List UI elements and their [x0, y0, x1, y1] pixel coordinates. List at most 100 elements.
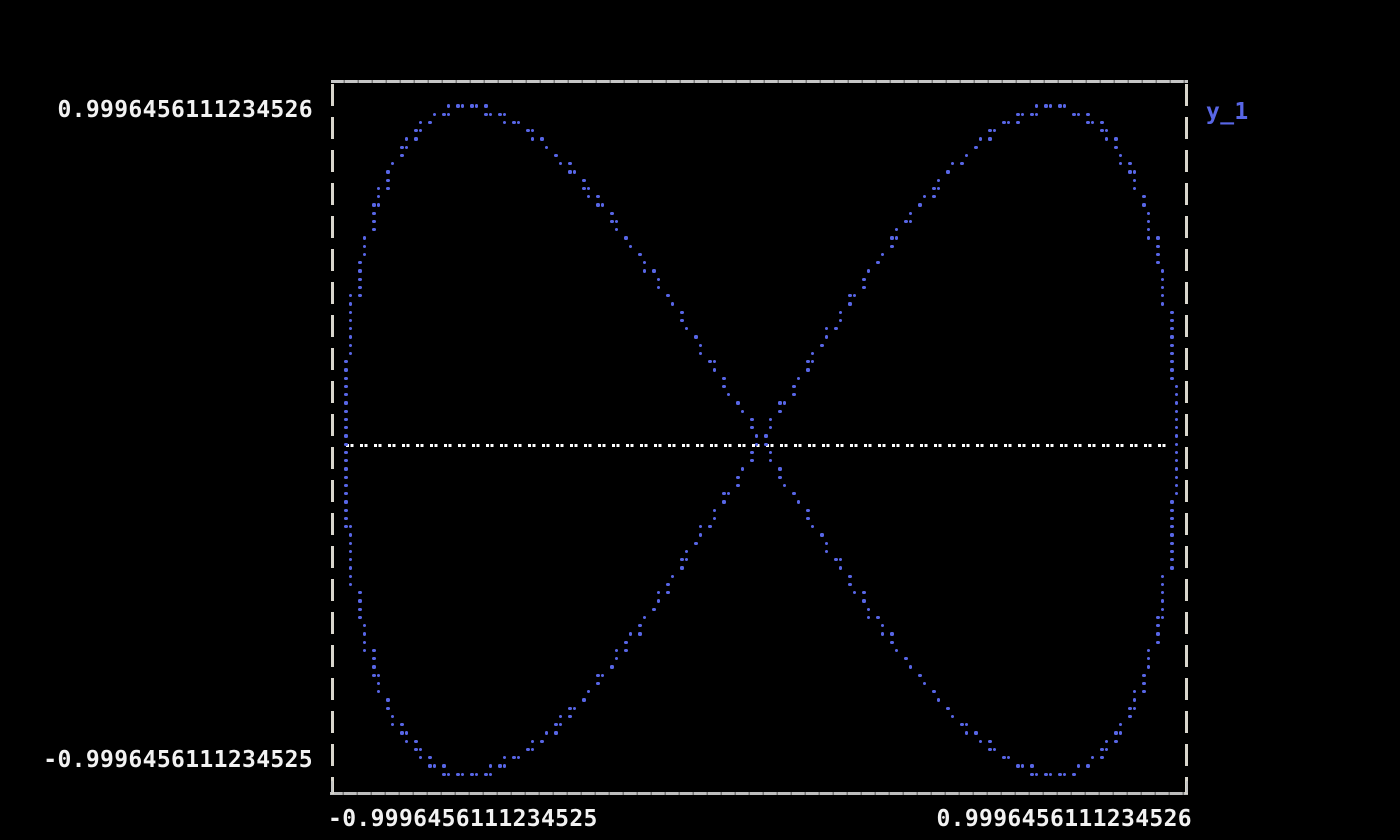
curve-dot	[867, 616, 870, 619]
curve-dot	[834, 327, 837, 330]
curve-dot	[414, 740, 417, 743]
curve-dot	[862, 599, 865, 602]
curve-dot	[755, 434, 758, 437]
curve-dot	[806, 509, 809, 512]
curve-dot	[461, 104, 464, 107]
curve-dot	[498, 113, 501, 116]
curve-dot	[1044, 773, 1047, 776]
curve-dot	[1156, 632, 1159, 635]
curve-dot	[937, 179, 940, 182]
curve-dot	[1105, 740, 1108, 743]
curve-dot	[825, 542, 828, 545]
curve-dot	[1170, 335, 1173, 338]
curve-dot	[937, 187, 940, 190]
curve-dot	[1175, 459, 1178, 462]
curve-dot	[1142, 690, 1145, 693]
legend-label: y_1	[1206, 100, 1249, 125]
curve-dot	[344, 517, 347, 520]
curve-dot	[573, 707, 576, 710]
curve-dot	[363, 632, 366, 635]
curve-dot	[386, 698, 389, 701]
curve-dot	[1119, 731, 1122, 734]
curve-dot	[1175, 476, 1178, 479]
curve-dot	[680, 566, 683, 569]
curve-dot	[783, 484, 786, 487]
curve-dot	[1161, 599, 1164, 602]
curve-dot	[344, 360, 347, 363]
curve-dot	[713, 368, 716, 371]
curve-dot	[713, 509, 716, 512]
curve-dot	[1021, 113, 1024, 116]
curve-dot	[1170, 550, 1173, 553]
curve-dot	[1021, 764, 1024, 767]
curve-dot	[881, 632, 884, 635]
curve-dot	[517, 121, 520, 124]
curve-dot	[1133, 170, 1136, 173]
curve-dot	[349, 352, 352, 355]
curve-dot	[503, 756, 506, 759]
curve-dot	[881, 624, 884, 627]
curve-dot	[890, 236, 893, 239]
curve-dot	[344, 377, 347, 380]
curve-dot	[1161, 608, 1164, 611]
curve-dot	[1170, 368, 1173, 371]
curve-dot	[1142, 674, 1145, 677]
curve-dot	[769, 451, 772, 454]
curve-dot	[615, 649, 618, 652]
curve-dot	[1030, 113, 1033, 116]
curve-dot	[1086, 121, 1089, 124]
curve-dot	[736, 484, 739, 487]
curve-dot	[526, 748, 529, 751]
curve-dot	[1035, 773, 1038, 776]
curve-dot	[1086, 113, 1089, 116]
curve-dot	[615, 657, 618, 660]
curve-dot	[349, 575, 352, 578]
curve-dot	[909, 220, 912, 223]
curve-dot	[344, 500, 347, 503]
curve-dot	[1161, 269, 1164, 272]
curve-dot	[825, 550, 828, 553]
curve-dot	[349, 319, 352, 322]
curve-dot	[489, 764, 492, 767]
curve-dot	[1119, 154, 1122, 157]
curve-dot	[1063, 104, 1066, 107]
curve-dot	[853, 591, 856, 594]
curve-dot	[1170, 377, 1173, 380]
curve-dot	[1147, 228, 1150, 231]
curve-dot	[596, 674, 599, 677]
curve-dot	[1063, 773, 1066, 776]
y-axis-label-min: -0.9996456111234525	[43, 748, 313, 773]
curve-dot	[797, 377, 800, 380]
curve-dot	[372, 228, 375, 231]
curve-dot	[1133, 179, 1136, 182]
curve-dot	[988, 740, 991, 743]
curve-dot	[447, 104, 450, 107]
curve-dot	[666, 591, 669, 594]
curve-dot	[750, 459, 753, 462]
curve-dot	[657, 599, 660, 602]
curve-dot	[377, 690, 380, 693]
curve-dot	[1175, 393, 1178, 396]
curve-dot	[895, 649, 898, 652]
curve-dot	[358, 616, 361, 619]
curve-dot	[1161, 294, 1164, 297]
curve-dot	[741, 467, 744, 470]
curve-dot	[1035, 113, 1038, 116]
curve-dot	[918, 203, 921, 206]
curve-dot	[806, 517, 809, 520]
curve-dot	[652, 608, 655, 611]
curve-dot	[904, 220, 907, 223]
curve-dot	[358, 261, 361, 264]
curve-dot	[1072, 113, 1075, 116]
curve-dot	[484, 113, 487, 116]
curve-dot	[344, 459, 347, 462]
curve-dot	[433, 764, 436, 767]
curve-dot	[862, 591, 865, 594]
curve-dot	[1086, 764, 1089, 767]
curve-dot	[372, 203, 375, 206]
curve-dot	[881, 253, 884, 256]
curve-dot	[344, 451, 347, 454]
curve-dot	[918, 674, 921, 677]
curve-dot	[657, 278, 660, 281]
curve-dot	[993, 748, 996, 751]
